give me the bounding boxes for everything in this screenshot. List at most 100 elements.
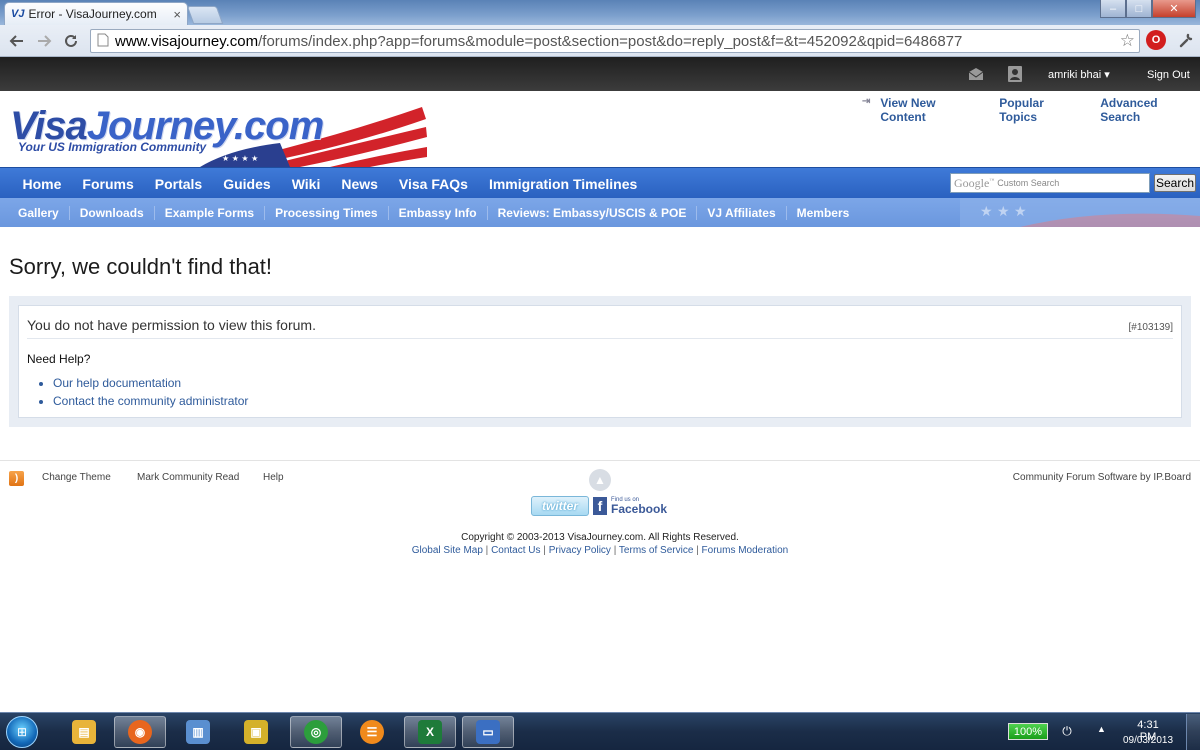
nav-home[interactable]: Home	[12, 176, 72, 192]
clock-date[interactable]: 09/03/2013	[1118, 735, 1178, 746]
popular-topics-link[interactable]: Popular Topics	[999, 96, 1084, 124]
new-tab-button[interactable]	[186, 6, 224, 24]
subnav-example-forms[interactable]: Example Forms	[153, 205, 264, 220]
subnav-members[interactable]: Members	[785, 205, 860, 220]
help-documentation-link[interactable]: Our help documentation	[53, 376, 181, 390]
facebook-icon: f	[593, 497, 607, 515]
minimize-button[interactable]: ‒	[1100, 0, 1126, 18]
svg-text:★ ★ ★: ★ ★ ★	[980, 204, 1027, 220]
taskbar-app[interactable]: ▭	[462, 716, 514, 748]
subnav-processing-times[interactable]: Processing Times	[264, 205, 388, 220]
book-icon: ▥	[186, 720, 210, 744]
browser-title-bar: VJ Error - VisaJourney.com × ‒ □ ✕	[0, 0, 1200, 25]
opera-extension-icon[interactable]: O	[1146, 30, 1166, 50]
close-window-button[interactable]: ✕	[1152, 0, 1196, 18]
powered-by-link[interactable]: Community Forum Software by IP.Board	[1013, 472, 1191, 483]
advanced-search-link[interactable]: Advanced Search	[1100, 96, 1200, 124]
search-placeholder: Custom Search	[997, 178, 1060, 188]
nav-visa-faqs[interactable]: Visa FAQs	[388, 176, 478, 192]
address-bar[interactable]: www.visajourney.com/forums/index.php?app…	[90, 29, 1140, 53]
subnav-gallery[interactable]: Gallery	[8, 206, 69, 220]
nav-wiki[interactable]: Wiki	[281, 176, 331, 192]
arrow-right-icon: ⇥	[862, 96, 871, 107]
search-input[interactable]: Google™ Custom Search	[950, 173, 1150, 193]
contact-us-link[interactable]: Contact Us	[491, 545, 540, 556]
maximize-button[interactable]: □	[1126, 0, 1152, 18]
twitter-button[interactable]: twitter	[531, 496, 589, 516]
rss-icon[interactable]: )	[9, 471, 24, 486]
header-quick-links: ⇥ View New Content Popular Topics Advanc…	[862, 96, 1200, 124]
url-host: www.visajourney.com	[115, 32, 259, 50]
need-help-heading: Need Help?	[27, 352, 91, 366]
envelope-icon[interactable]	[968, 66, 984, 82]
google-logo: Google™	[954, 176, 994, 191]
taskbar-app[interactable]: ▣	[230, 716, 282, 748]
taskbar-app[interactable]: ◎	[290, 716, 342, 748]
battery-indicator[interactable]: 100%	[1008, 723, 1048, 740]
taskbar-app[interactable]: ▥	[172, 716, 224, 748]
taskbar-app[interactable]: ☰	[346, 716, 398, 748]
excel-icon: X	[418, 720, 442, 744]
tray-expand-icon[interactable]: ▲	[1097, 724, 1106, 734]
subnav-reviews[interactable]: Reviews: Embassy/USCIS & POE	[486, 205, 697, 220]
lock-icon: ▣	[244, 720, 268, 744]
firefox-icon: ◉	[128, 720, 152, 744]
taskbar-app[interactable]: ◉	[114, 716, 166, 748]
mark-community-read-link[interactable]: Mark Community Read	[137, 472, 239, 483]
subnav-embassy-info[interactable]: Embassy Info	[387, 205, 487, 220]
reload-icon[interactable]	[60, 30, 82, 52]
power-plug-icon[interactable]: ⏻	[1058, 723, 1076, 740]
error-panel: You do not have permission to view this …	[9, 296, 1191, 427]
search-button[interactable]: Search	[1154, 174, 1196, 192]
taskbar-app[interactable]: X	[404, 716, 456, 748]
facebook-button[interactable]: f Find us on Facebook	[593, 496, 667, 516]
nav-immigration-timelines[interactable]: Immigration Timelines	[478, 176, 647, 192]
nav-forums[interactable]: Forums	[72, 176, 144, 192]
browser-tab[interactable]: VJ Error - VisaJourney.com ×	[4, 2, 188, 25]
view-new-content-link[interactable]: View New Content	[880, 96, 983, 124]
sign-out-link[interactable]: Sign Out	[1147, 69, 1190, 81]
user-bar: amriki bhai ▾ Sign Out	[0, 57, 1200, 91]
list-item: Contact the community administrator	[53, 394, 248, 408]
contact-admin-link[interactable]: Contact the community administrator	[53, 394, 248, 408]
subnav-downloads[interactable]: Downloads	[68, 205, 154, 220]
bookmark-star-icon[interactable]: ☆	[1120, 31, 1135, 51]
explorer-icon: ▤	[72, 720, 96, 744]
tab-close-icon[interactable]: ×	[173, 7, 181, 22]
error-message: You do not have permission to view this …	[27, 317, 316, 333]
forward-arrow-icon[interactable]	[33, 30, 55, 52]
logo-tagline: Your US Immigration Community	[18, 140, 207, 154]
site-logo[interactable]: VisaJourney.com Your US Immigration Comm…	[10, 104, 430, 164]
copyright-text: Copyright © 2003-2013 VisaJourney.com. A…	[461, 532, 739, 543]
flag-decoration-image: ★ ★ ★	[960, 198, 1200, 227]
privacy-policy-link[interactable]: Privacy Policy	[549, 545, 611, 556]
visajourney-favicon-icon: VJ	[11, 8, 25, 20]
change-theme-link[interactable]: Change Theme	[42, 472, 111, 483]
app-icon: ☰	[360, 720, 384, 744]
global-site-map-link[interactable]: Global Site Map	[412, 545, 483, 556]
nav-portals[interactable]: Portals	[144, 176, 212, 192]
taskbar-app[interactable]: ▤	[58, 716, 110, 748]
secondary-nav: ★ ★ ★ Gallery Downloads Example Forms Pr…	[0, 198, 1200, 227]
username-menu[interactable]: amriki bhai ▾	[1048, 68, 1110, 81]
show-desktop-button[interactable]	[1186, 714, 1200, 750]
back-to-top-icon[interactable]: ▲	[589, 469, 611, 491]
url-path: /forums/index.php?app=forums&module=post…	[258, 32, 963, 50]
subnav-vj-affiliates[interactable]: VJ Affiliates	[696, 205, 785, 220]
chrome-icon: ◎	[304, 720, 328, 744]
help-links-list: Our help documentation Contact the commu…	[37, 376, 248, 412]
windows-logo-icon: ⊞	[6, 716, 38, 748]
wrench-icon[interactable]	[1176, 31, 1196, 51]
terms-of-service-link[interactable]: Terms of Service	[619, 545, 693, 556]
start-button[interactable]: ⊞	[2, 714, 42, 750]
caret-down-icon: ▾	[1104, 69, 1110, 81]
help-link[interactable]: Help	[263, 472, 284, 483]
browser-toolbar: www.visajourney.com/forums/index.php?app…	[0, 25, 1200, 57]
user-card-icon[interactable]	[1007, 66, 1023, 82]
remote-desktop-icon: ▭	[476, 720, 500, 744]
back-arrow-icon[interactable]	[6, 30, 28, 52]
forums-moderation-link[interactable]: Forums Moderation	[702, 545, 789, 556]
nav-news[interactable]: News	[331, 176, 389, 192]
page-title: Sorry, we couldn't find that!	[9, 254, 273, 279]
nav-guides[interactable]: Guides	[213, 176, 281, 192]
